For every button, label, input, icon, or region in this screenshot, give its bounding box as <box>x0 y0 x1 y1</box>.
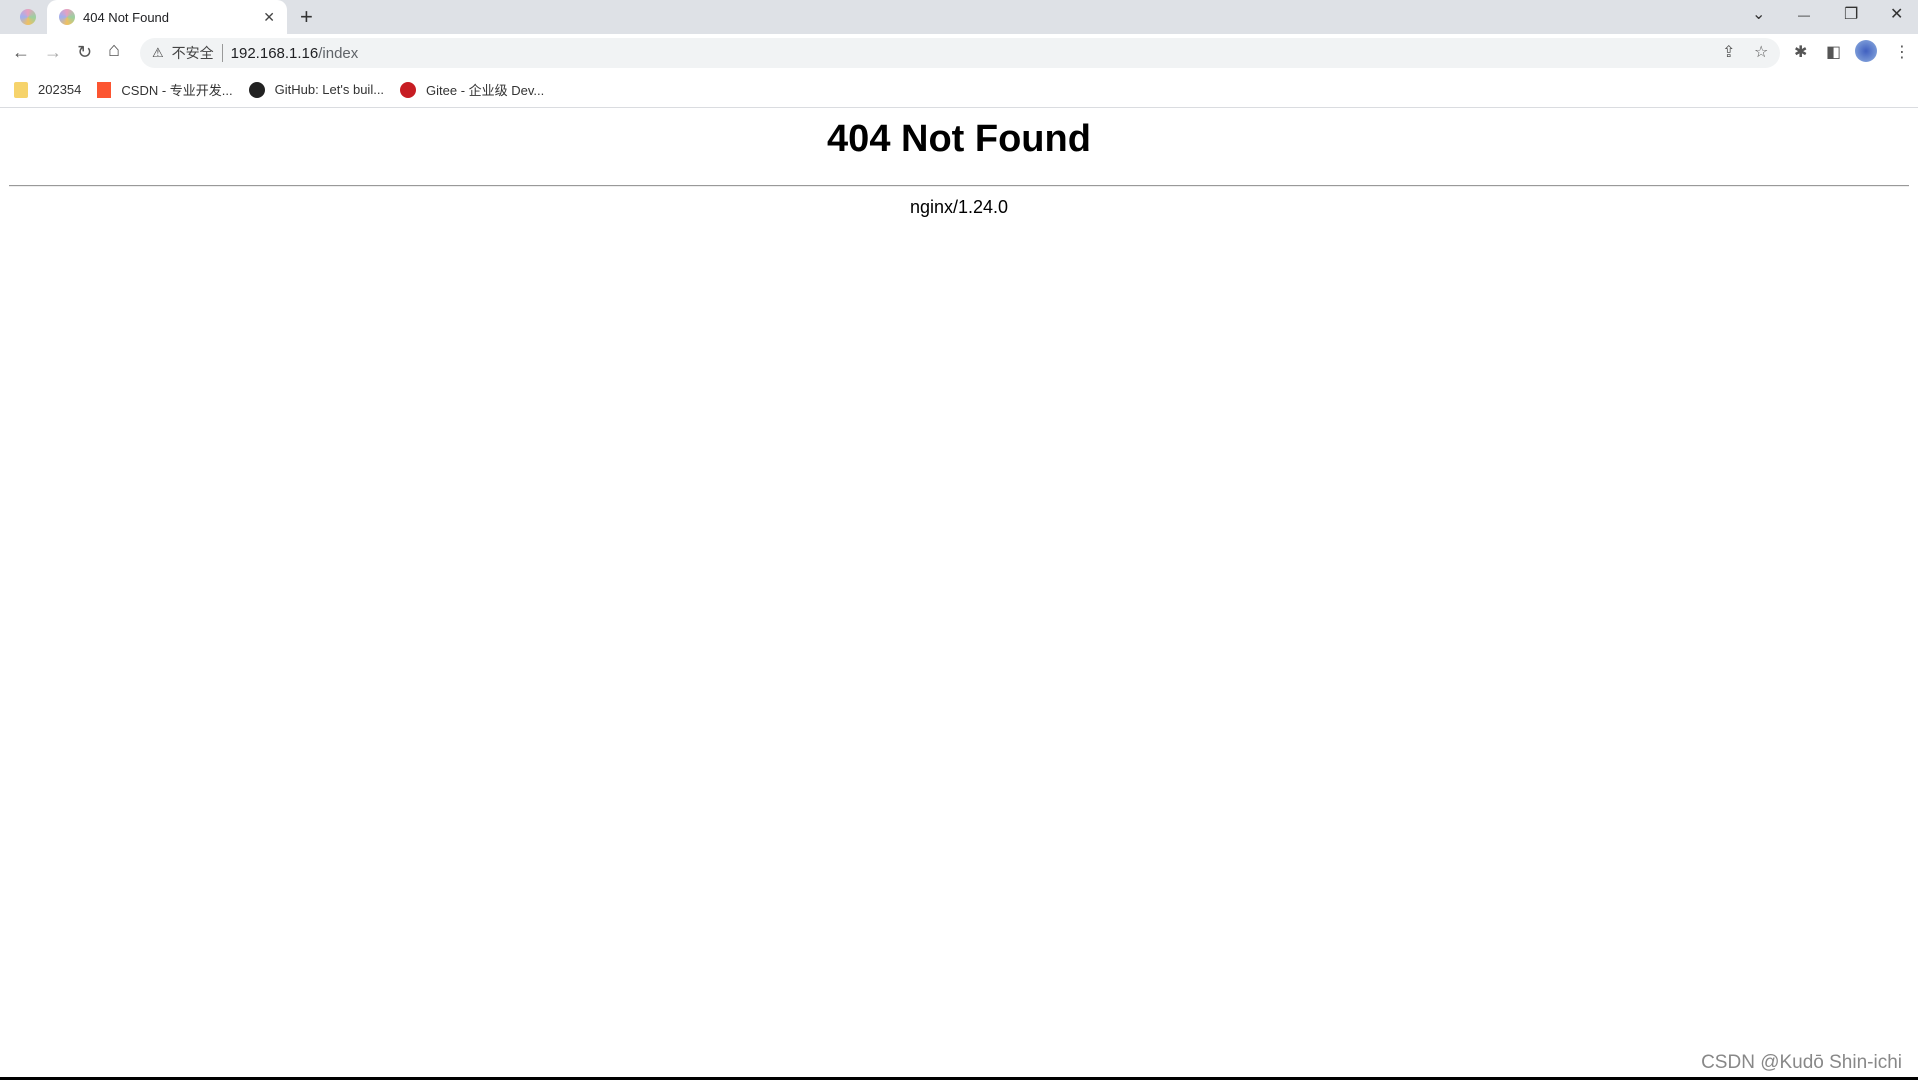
page-content: 404 Not Found nginx/1.24.0 <box>0 108 1918 218</box>
bookmark-github[interactable]: GitHub: Let's buil... <box>248 81 385 98</box>
side-panel-icon[interactable]: ◧ <box>1826 42 1841 62</box>
toolbar: ← → ↻ ⌂ ⚠ 不安全 192.168.1.16/index ⇪ ☆ ✱ ◧… <box>0 34 1918 72</box>
url-host: 192.168.1.16 <box>230 44 319 62</box>
minimize-icon[interactable]: — <box>1798 8 1810 22</box>
bookmark-label: GitHub: Let's buil... <box>274 82 385 97</box>
divider <box>221 44 223 62</box>
tab-title: 404 Not Found <box>83 9 170 25</box>
bookmark-csdn[interactable]: CSDN - 专业开发... <box>97 80 233 99</box>
tab-bar: 404 Not Found ✕ + ⌄ — ❐ ✕ <box>0 0 1918 34</box>
bookmarks-bar: 202354 CSDN - 专业开发... GitHub: Let's buil… <box>0 72 1918 108</box>
bookmark-gitee[interactable]: Gitee - 企业级 Dev... <box>400 80 544 99</box>
address-bar[interactable]: ⚠ 不安全 192.168.1.16/index <box>140 38 1780 68</box>
tab-active[interactable]: 404 Not Found ✕ <box>47 0 287 34</box>
folder-icon <box>14 81 28 98</box>
page-title: 404 Not Found <box>827 118 1091 160</box>
menu-icon[interactable]: ⋮ <box>1894 42 1910 62</box>
bookmark-folder-202354[interactable]: 202354 <box>14 81 82 98</box>
url-path: /index <box>318 44 359 62</box>
reload-icon[interactable]: ↻ <box>77 42 92 63</box>
gitee-icon <box>400 81 417 98</box>
back-icon[interactable]: ← <box>12 42 30 63</box>
extensions-icon[interactable]: ✱ <box>1794 42 1807 62</box>
divider <box>9 185 1909 187</box>
home-icon[interactable]: ⌂ <box>108 39 120 62</box>
profile-avatar[interactable] <box>1855 40 1877 62</box>
new-tab-button[interactable]: + <box>300 4 313 30</box>
bookmark-star-icon[interactable]: ☆ <box>1754 42 1768 62</box>
warning-icon[interactable]: ⚠ <box>152 45 164 61</box>
csdn-icon <box>97 81 112 98</box>
restore-icon[interactable]: ❐ <box>1844 4 1858 24</box>
server-version: nginx/1.24.0 <box>909 197 1009 217</box>
security-label[interactable]: 不安全 <box>172 43 214 63</box>
share-icon[interactable]: ⇪ <box>1722 42 1735 62</box>
bookmark-label: Gitee - 企业级 Dev... <box>426 83 545 98</box>
watermark: CSDN @Kudō Shin-ichi <box>1701 1052 1902 1073</box>
github-icon <box>248 81 265 98</box>
pinned-tab-favicon[interactable] <box>20 9 36 25</box>
window-close-icon[interactable]: ✕ <box>1890 4 1903 24</box>
bookmark-label: 202354 <box>38 82 82 97</box>
tab-search-icon[interactable]: ⌄ <box>1752 4 1765 24</box>
favicon-icon <box>59 9 75 25</box>
bookmark-label: CSDN - 专业开发... <box>121 83 233 98</box>
tab-close-icon[interactable]: ✕ <box>263 9 275 26</box>
forward-icon[interactable]: → <box>44 42 62 63</box>
